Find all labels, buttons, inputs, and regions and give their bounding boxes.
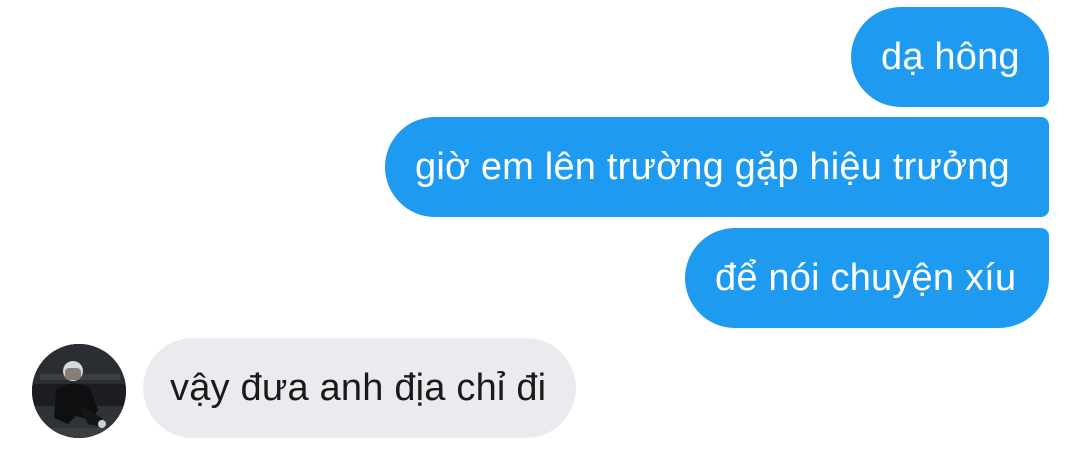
outgoing-message-bubble[interactable]: giờ em lên trường gặp hiệu trưởng bbox=[385, 117, 1049, 217]
message-text: giờ em lên trường gặp hiệu trưởng bbox=[415, 146, 1010, 188]
message-thread: dạ hông giờ em lên trường gặp hiệu trưởn… bbox=[0, 0, 1080, 449]
outgoing-message-bubble[interactable]: dạ hông bbox=[851, 7, 1049, 107]
message-text: để nói chuyện xíu bbox=[715, 257, 1017, 299]
avatar-photo bbox=[32, 344, 126, 438]
message-text: vậy đưa anh địa chỉ đi bbox=[170, 367, 547, 409]
incoming-message-bubble[interactable]: vậy đưa anh địa chỉ đi bbox=[143, 338, 577, 438]
outgoing-message-bubble[interactable]: để nói chuyện xíu bbox=[685, 228, 1049, 328]
message-text: dạ hông bbox=[881, 36, 1020, 78]
contact-avatar[interactable] bbox=[32, 344, 126, 438]
